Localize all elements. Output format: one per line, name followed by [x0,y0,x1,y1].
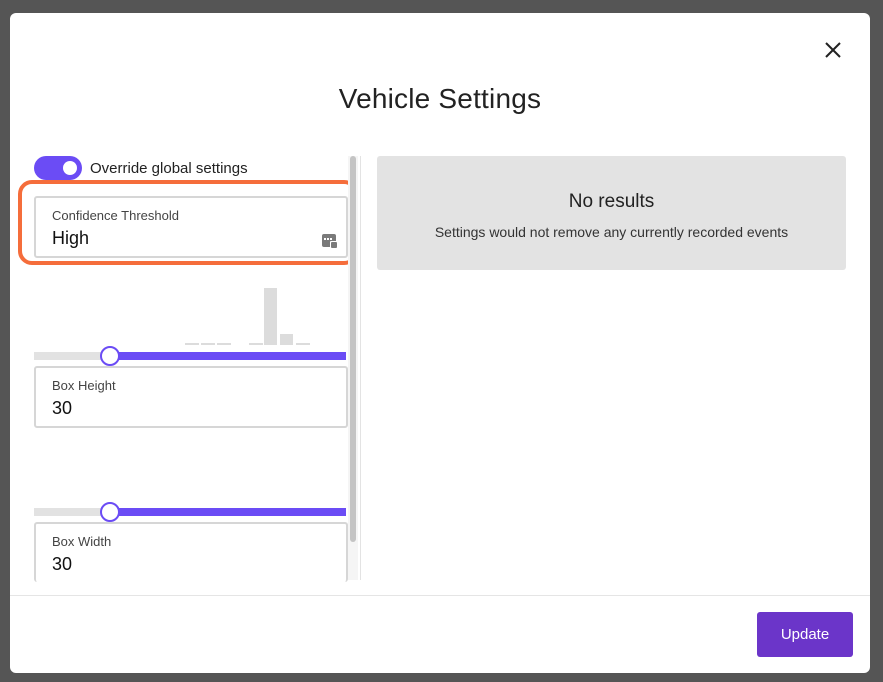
dialog-title: Vehicle Settings [338,83,542,114]
histogram-bar [185,343,199,345]
results-panel: No results Settings would not remove any… [377,156,846,270]
override-label: Override global settings [90,159,248,177]
box-width-value: 30 [52,554,73,574]
close-icon[interactable] [822,39,844,61]
results-title: No results [568,191,655,212]
box-height-field[interactable]: Box Height 30 [34,366,348,428]
slider-handle[interactable] [100,502,120,522]
vehicle-settings-dialog: Vehicle Settings Override global setting… [10,13,870,673]
override-toggle-row: Override global settings [34,156,248,180]
box-height-value: 30 [52,398,73,418]
scrollbar-thumb[interactable] [350,156,356,542]
slider-fill [110,508,346,516]
confidence-highlight-outline [18,180,358,265]
histogram-bar [296,343,310,345]
update-button[interactable]: Update [757,612,853,657]
histogram-bar [217,343,231,345]
histogram-bar [249,343,263,345]
footer-divider [10,595,870,596]
results-subtitle: Settings would not remove any currently … [434,224,789,240]
box-width-label: Box Width [52,534,112,549]
override-toggle[interactable] [34,156,82,180]
histogram-bar [280,334,293,345]
slider-fill [110,352,346,360]
histogram-bar [201,343,215,345]
slider-handle[interactable] [100,346,120,366]
toggle-knob [63,161,77,175]
histogram-bar [264,288,277,345]
settings-panel: Override global settings Confidence Thre… [18,156,361,582]
box-width-field[interactable]: Box Width 30 [34,522,348,582]
box-height-label: Box Height [52,378,116,393]
